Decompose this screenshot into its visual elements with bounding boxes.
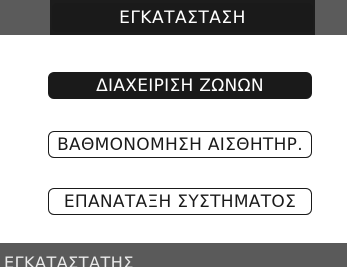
status-bar-label: ΕΓΚΑΤΑΣΤΑΤΗΣ [4, 253, 134, 267]
page-title: ΕΓΚΑΤΑΣΤΑΣΗ [52, 3, 313, 32]
menu-item-zone-management[interactable]: ΔΙΑΧΕΙΡΙΣΗ ΖΩΝΩΝ [48, 72, 312, 99]
status-bar: ΕΓΚΑΤΑΣΤΑΤΗΣ [0, 243, 347, 267]
header-bar: ΕΓΚΑΤΑΣΤΑΣΗ [0, 0, 347, 35]
menu-item-system-reset[interactable]: ΕΠΑΝΑΤΑΞΗ ΣΥΣΤΗΜΑΤΟΣ [48, 188, 312, 215]
menu-item-sensor-calibration[interactable]: ΒΑΘΜΟΝΟΜΗΣΗ ΑΙΣΘΗΤΗΡ. [48, 131, 312, 158]
